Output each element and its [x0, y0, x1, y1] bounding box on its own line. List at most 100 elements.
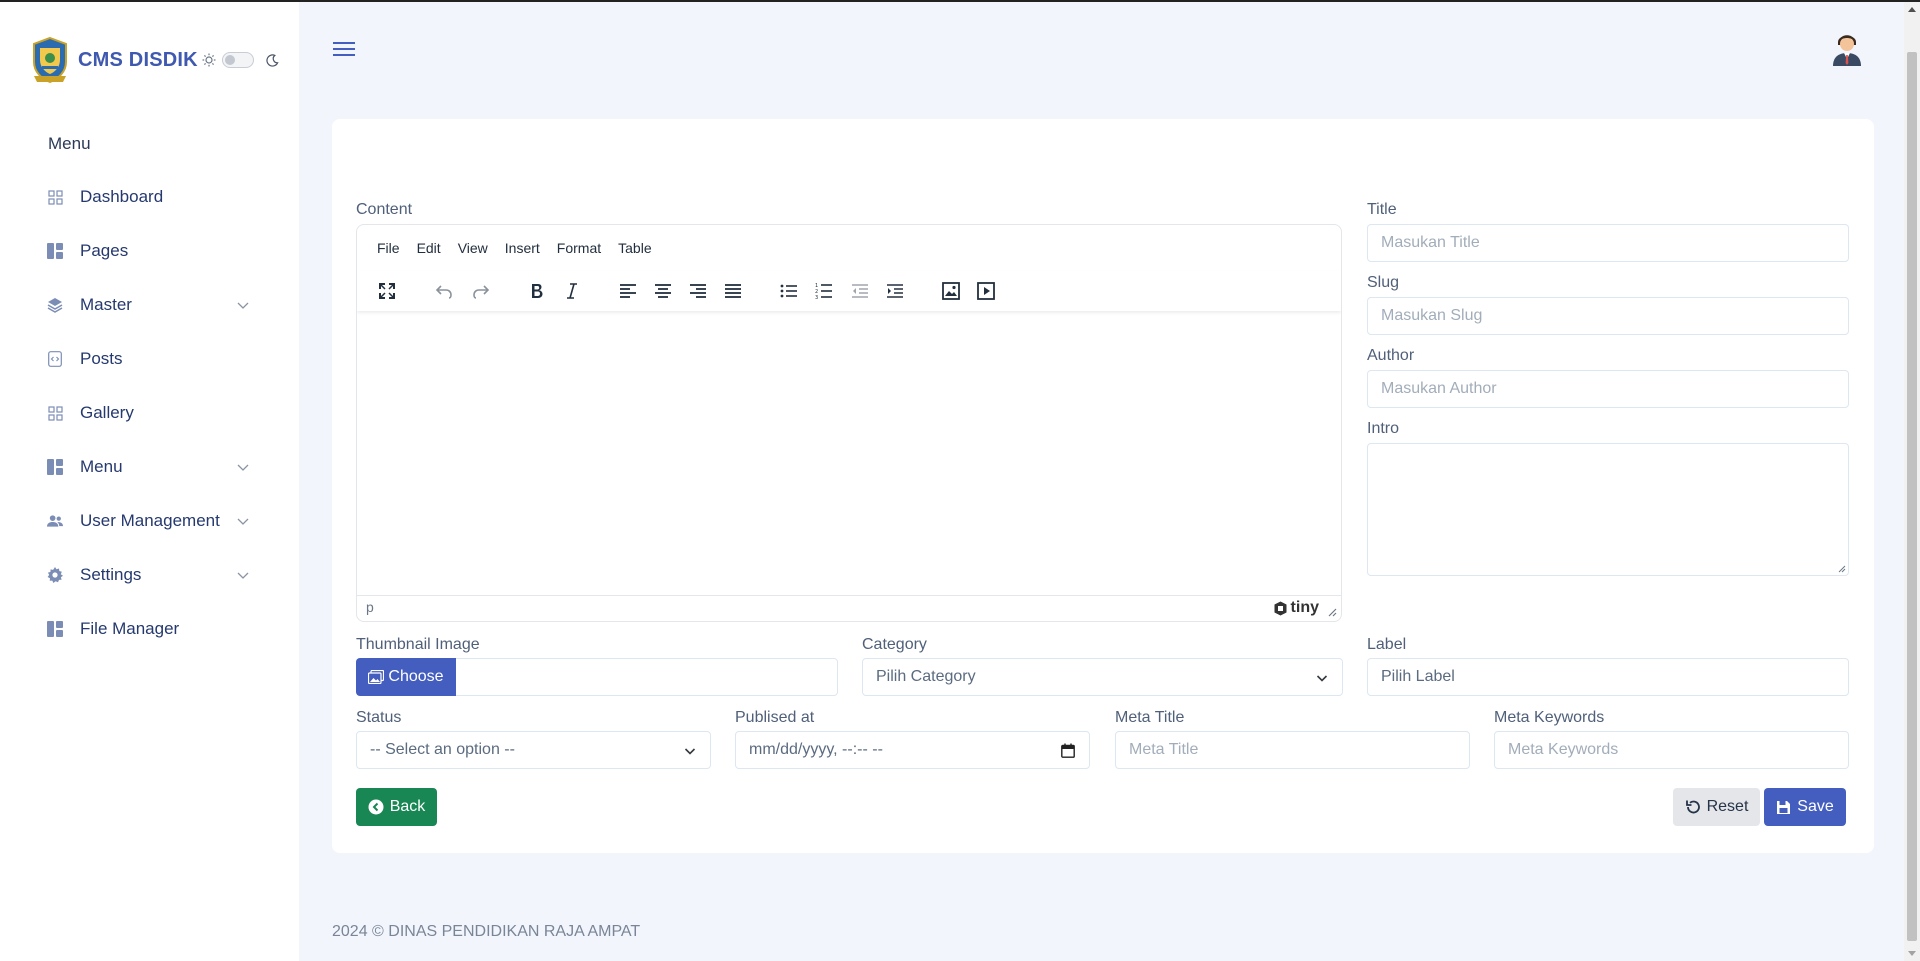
dark-mode-switch[interactable]	[221, 52, 254, 68]
tiny-brand-text: tiny	[1290, 599, 1319, 616]
author-input[interactable]: Masukan Author	[1367, 370, 1849, 408]
sidebar-item-file-manager[interactable]: File Manager	[0, 602, 299, 656]
tiny-branding[interactable]: tiny	[1273, 599, 1319, 617]
save-button-label: Save	[1797, 798, 1834, 815]
status-value: -- Select an option --	[370, 741, 515, 758]
meta-keywords-input[interactable]: Meta Keywords	[1494, 731, 1849, 769]
chevron-down-icon	[237, 464, 249, 471]
people-icon	[47, 513, 63, 529]
meta-title-input[interactable]: Meta Title	[1115, 731, 1470, 769]
sidebar-item-label: Menu	[80, 457, 123, 476]
switch-knob	[224, 55, 235, 65]
scrollbar-thumb[interactable]	[1907, 52, 1917, 941]
editor-menu-insert[interactable]: Insert	[505, 240, 540, 256]
layout-icon	[47, 459, 63, 475]
sidebar-item-menu[interactable]: Menu	[0, 440, 299, 494]
numbered-list-icon[interactable]: 123	[812, 279, 836, 303]
window-top-border	[0, 0, 1920, 2]
intro-label: Intro	[1367, 420, 1400, 437]
layout-icon	[47, 243, 63, 259]
sidebar-item-user-management[interactable]: User Management	[0, 494, 299, 548]
indent-icon[interactable]	[883, 279, 907, 303]
sidebar-item-label: Pages	[80, 241, 129, 260]
layout-icon	[47, 621, 63, 637]
svg-text:3: 3	[815, 295, 818, 300]
category-label: Category	[862, 636, 927, 653]
sidebar-item-master[interactable]: Master	[0, 278, 299, 332]
sidebar: CMS DISDIK Menu Dashboard Pages Master P…	[0, 2, 299, 961]
hamburger-menu-icon[interactable]	[331, 38, 357, 60]
floppy-disk-icon	[1777, 800, 1791, 814]
content-label: Content	[356, 201, 413, 218]
sidebar-item-pages[interactable]: Pages	[0, 224, 299, 278]
save-button[interactable]: Save	[1764, 788, 1846, 826]
undo-icon[interactable]	[432, 279, 456, 303]
sidebar-item-label: Settings	[80, 565, 142, 584]
category-value: Pilih Category	[876, 668, 976, 685]
footer-copyright: 2024 © DINAS PENDIDIKAN RAJA AMPAT	[332, 923, 641, 940]
editor-menu-format[interactable]: Format	[557, 240, 601, 256]
editor-menu-file[interactable]: File	[377, 240, 400, 256]
scroll-up-arrow-icon[interactable]	[1908, 7, 1916, 12]
brand-name: CMS DISDIK	[78, 48, 198, 71]
menu-heading: Menu	[48, 134, 91, 153]
published-at-input[interactable]: mm/dd/yyyy, --:-- --	[735, 731, 1090, 769]
align-center-icon[interactable]	[651, 279, 675, 303]
sidebar-item-dashboard[interactable]: Dashboard	[0, 170, 299, 224]
thumbnail-label: Thumbnail Image	[356, 636, 480, 653]
choose-image-button[interactable]: Choose	[356, 658, 456, 696]
sidebar-item-gallery[interactable]: Gallery	[0, 386, 299, 440]
editor-menu-edit[interactable]: Edit	[417, 240, 441, 256]
label-select[interactable]: Pilih Label	[1367, 658, 1849, 696]
choose-button-label: Choose	[388, 668, 444, 685]
grid-icon	[47, 405, 63, 421]
intro-textarea[interactable]	[1367, 443, 1849, 576]
editor-menu-view[interactable]: View	[458, 240, 488, 256]
calendar-icon[interactable]	[1061, 743, 1075, 758]
sidebar-item-posts[interactable]: Posts	[0, 332, 299, 386]
category-select[interactable]: Pilih Category	[862, 658, 1343, 696]
align-justify-icon[interactable]	[721, 279, 745, 303]
italic-icon[interactable]	[560, 279, 584, 303]
status-select[interactable]: -- Select an option --	[356, 731, 711, 769]
title-input[interactable]: Masukan Title	[1367, 224, 1849, 262]
chevron-down-icon	[684, 748, 696, 755]
sidebar-item-label: Gallery	[80, 403, 134, 422]
outdent-icon[interactable]	[848, 279, 872, 303]
editor-toolbar: 123	[357, 271, 1341, 311]
sidebar-item-label: Posts	[80, 349, 123, 368]
thumbnail-file-input[interactable]	[455, 658, 838, 696]
title-label: Title	[1367, 201, 1397, 218]
slug-input[interactable]: Masukan Slug	[1367, 297, 1849, 335]
reset-button[interactable]: Reset	[1673, 788, 1760, 826]
layers-icon	[47, 297, 63, 313]
align-right-icon[interactable]	[686, 279, 710, 303]
editor-statusbar: p tiny	[357, 595, 1341, 621]
insert-media-icon[interactable]	[974, 279, 998, 303]
arrow-left-circle-icon	[368, 799, 384, 815]
label-field-label: Label	[1367, 636, 1407, 653]
sidebar-item-settings[interactable]: Settings	[0, 548, 299, 602]
align-left-icon[interactable]	[616, 279, 640, 303]
user-avatar-icon[interactable]	[1830, 30, 1864, 66]
redo-icon[interactable]	[469, 279, 493, 303]
bold-icon[interactable]	[525, 279, 549, 303]
element-path[interactable]: p	[366, 599, 374, 615]
resize-handle-icon[interactable]	[1838, 565, 1846, 573]
page-scrollbar[interactable]	[1904, 2, 1920, 961]
fullscreen-icon[interactable]	[375, 279, 399, 303]
insert-image-icon[interactable]	[939, 279, 963, 303]
theme-toggle	[202, 52, 279, 68]
rich-text-editor[interactable]: File Edit View Insert Format Table 123 p…	[356, 224, 1342, 622]
reset-icon	[1685, 800, 1700, 814]
resize-handle-icon[interactable]	[1327, 607, 1337, 617]
sun-icon	[202, 53, 216, 67]
chevron-down-icon	[237, 572, 249, 579]
published-at-value: mm/dd/yyyy, --:-- --	[749, 741, 883, 758]
sidebar-item-label: User Management	[80, 511, 220, 530]
back-button-label: Back	[389, 798, 426, 815]
scroll-down-arrow-icon[interactable]	[1908, 951, 1916, 956]
editor-menu-table[interactable]: Table	[618, 240, 651, 256]
back-button[interactable]: Back	[356, 788, 437, 826]
bullet-list-icon[interactable]	[777, 279, 801, 303]
